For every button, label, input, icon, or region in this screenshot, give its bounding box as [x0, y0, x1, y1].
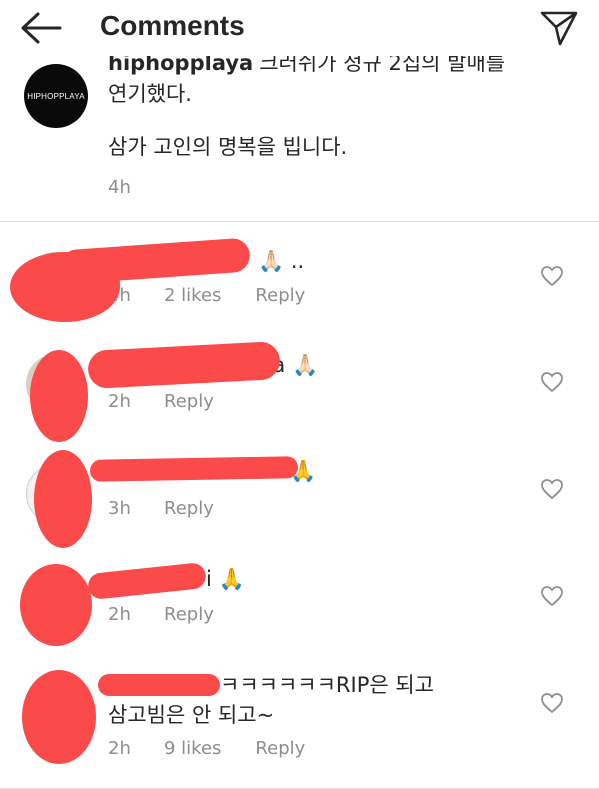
redaction-mark — [34, 450, 92, 548]
redaction-mark — [22, 670, 96, 764]
post-caption: HIPHOPPLAYA hiphopplaya 크러쉬가 정규 2집의 발매를 연… — [0, 56, 599, 222]
comment-item: i 🙏 2h Reply — [0, 550, 599, 656]
redaction-mark — [89, 456, 299, 482]
top-bar: Comments — [0, 0, 599, 56]
back-button[interactable] — [16, 8, 64, 48]
share-button[interactable] — [534, 6, 584, 50]
heart-icon[interactable] — [540, 478, 564, 500]
redaction-mark — [87, 341, 281, 389]
redaction-mark — [59, 237, 251, 285]
heart-icon[interactable] — [540, 371, 564, 393]
caption-line-2: 삼가 고인의 명복을 빕니다. — [108, 135, 348, 159]
comment-meta: 3h Reply — [108, 498, 214, 519]
comment-item: 🙏 3h Reply — [0, 444, 599, 550]
comment-meta: 2h Reply — [108, 391, 214, 412]
comment-time: 2h — [108, 391, 131, 412]
comment-time: 3h — [108, 498, 131, 519]
comment-time: 2h — [108, 738, 131, 759]
avatar-logo-text: HIPHOPPLAYA — [27, 91, 85, 101]
heart-icon[interactable] — [540, 265, 564, 287]
comment-line-2: 삼고빔은 안 되고~ — [108, 703, 275, 727]
caption-line-1b: 연기했다. — [108, 82, 192, 106]
redaction-mark — [98, 674, 220, 696]
comment-item: 🙏🏻 .. 4h 2 likes Reply — [0, 222, 599, 338]
reply-button[interactable]: Reply — [164, 498, 214, 519]
reply-button[interactable]: Reply — [164, 604, 214, 625]
redaction-mark — [20, 564, 92, 646]
page-title: Comments — [100, 10, 245, 41]
reply-button[interactable]: Reply — [255, 285, 305, 306]
comment-item: ㅋㅋㅋㅋㅋㅋRIP은 되고 삼고빔은 안 되고~ 2h 9 likes Repl… — [0, 656, 599, 789]
caption-text: hiphopplaya 크러쉬가 정규 2집의 발매를 연기했다. 삼가 고인의 … — [108, 56, 568, 163]
comment-meta: 4h 2 likes Reply — [108, 285, 305, 306]
comment-meta: 2h Reply — [108, 604, 214, 625]
send-icon — [540, 11, 578, 46]
caption-username[interactable]: hiphopplaya — [108, 56, 253, 75]
comment-likes[interactable]: 2 likes — [164, 285, 221, 306]
redaction-mark — [86, 561, 208, 601]
reply-button[interactable]: Reply — [255, 738, 305, 759]
redaction-mark — [30, 350, 88, 442]
comment-likes[interactable]: 9 likes — [164, 738, 221, 759]
arrow-left-icon — [21, 12, 62, 44]
comment-time: 2h — [108, 604, 131, 625]
comment-meta: 2h 9 likes Reply — [108, 738, 305, 759]
heart-icon[interactable] — [540, 692, 564, 714]
heart-icon[interactable] — [540, 585, 564, 607]
caption-timestamp: 4h — [108, 177, 131, 198]
reply-button[interactable]: Reply — [164, 391, 214, 412]
avatar[interactable]: HIPHOPPLAYA — [24, 64, 88, 128]
comment-item: ya 🙏🏻 2h Reply — [0, 338, 599, 444]
caption-line-1: 크러쉬가 정규 2집의 발매를 — [259, 56, 506, 75]
